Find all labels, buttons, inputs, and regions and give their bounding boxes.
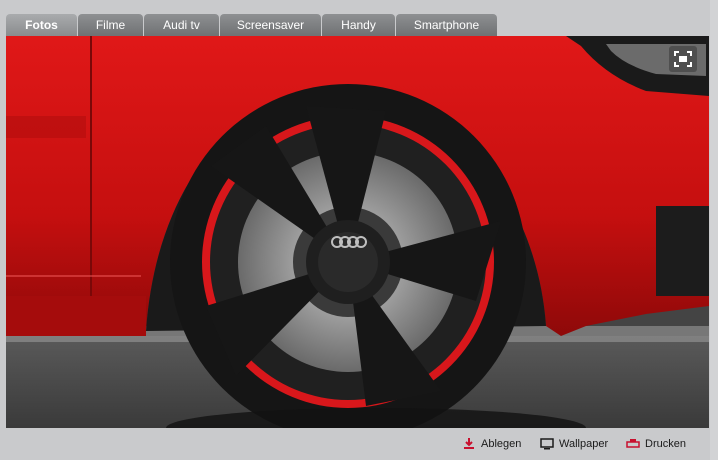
save-button[interactable]: Ablegen <box>462 436 521 452</box>
media-tabs: Fotos Filme Audi tv Screensaver Handy Sm… <box>6 14 497 36</box>
tab-screensaver[interactable]: Screensaver <box>220 14 321 36</box>
save-label: Ablegen <box>481 438 522 450</box>
fullscreen-icon <box>674 51 692 67</box>
right-edge <box>710 0 718 460</box>
wallpaper-button[interactable]: Wallpaper <box>540 436 608 452</box>
photo-viewer <box>6 36 709 428</box>
car-wheel-photo <box>6 36 709 428</box>
monitor-icon <box>540 437 554 451</box>
tab-audi-tv[interactable]: Audi tv <box>144 14 219 36</box>
print-button[interactable]: Drucken <box>626 436 686 452</box>
print-label: Drucken <box>645 438 686 450</box>
printer-icon <box>626 437 640 451</box>
action-bar: Ablegen Wallpaper Drucken <box>0 428 718 460</box>
download-icon <box>462 437 476 451</box>
tab-fotos[interactable]: Fotos <box>6 14 77 36</box>
tab-handy[interactable]: Handy <box>322 14 395 36</box>
top-bar: Fotos Filme Audi tv Screensaver Handy Sm… <box>0 0 718 36</box>
fullscreen-button[interactable] <box>669 46 697 72</box>
wallpaper-label: Wallpaper <box>559 438 609 450</box>
tab-smartphone[interactable]: Smartphone <box>396 14 497 36</box>
tab-filme[interactable]: Filme <box>78 14 143 36</box>
